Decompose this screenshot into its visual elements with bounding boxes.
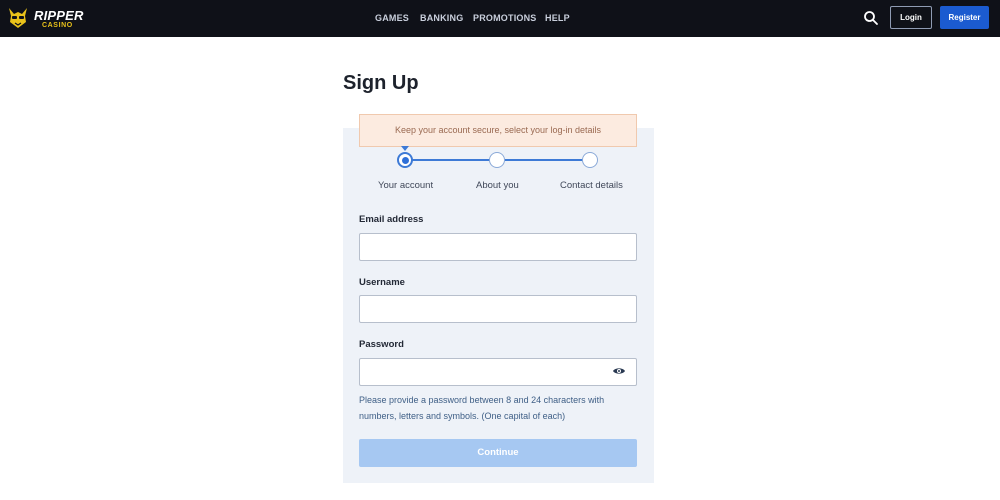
username-label: Username (359, 277, 405, 288)
email-field[interactable] (359, 233, 637, 261)
nav-item-banking[interactable]: BANKING (420, 13, 463, 23)
notice-pointer (401, 146, 409, 151)
step-indicator-about-you (489, 152, 505, 168)
step-indicator-contact-details (582, 152, 598, 168)
email-label: Email address (359, 214, 424, 225)
continue-button[interactable]: Continue (359, 439, 637, 467)
top-navigation-bar: RIPPER CASINO GAMES BANKING PROMOTIONS H… (0, 0, 1000, 37)
step-label-contact-details: Contact details (560, 180, 623, 191)
step-connector-1 (412, 159, 490, 161)
info-notice: Keep your account secure, select your lo… (359, 114, 637, 147)
login-button[interactable]: Login (890, 6, 932, 29)
search-icon[interactable] (862, 9, 880, 27)
step-indicator-your-account (397, 152, 413, 168)
step-label-your-account: Your account (378, 180, 434, 191)
password-field[interactable] (359, 358, 637, 386)
register-button[interactable]: Register (940, 6, 989, 29)
step-label-about-you: About you (476, 180, 519, 191)
password-hint: Please provide a password between 8 and … (359, 395, 605, 421)
password-label: Password (359, 339, 404, 350)
username-field[interactable] (359, 295, 637, 323)
page-title: Sign Up (343, 72, 419, 94)
eye-icon[interactable] (612, 365, 626, 377)
nav-item-games[interactable]: GAMES (375, 13, 409, 23)
step-connector-2 (505, 159, 583, 161)
nav-item-help[interactable]: HELP (545, 13, 570, 23)
nav-item-promotions[interactable]: PROMOTIONS (473, 13, 537, 23)
main-nav: GAMES BANKING PROMOTIONS HELP (0, 0, 1000, 37)
step-active-dot (402, 157, 409, 164)
